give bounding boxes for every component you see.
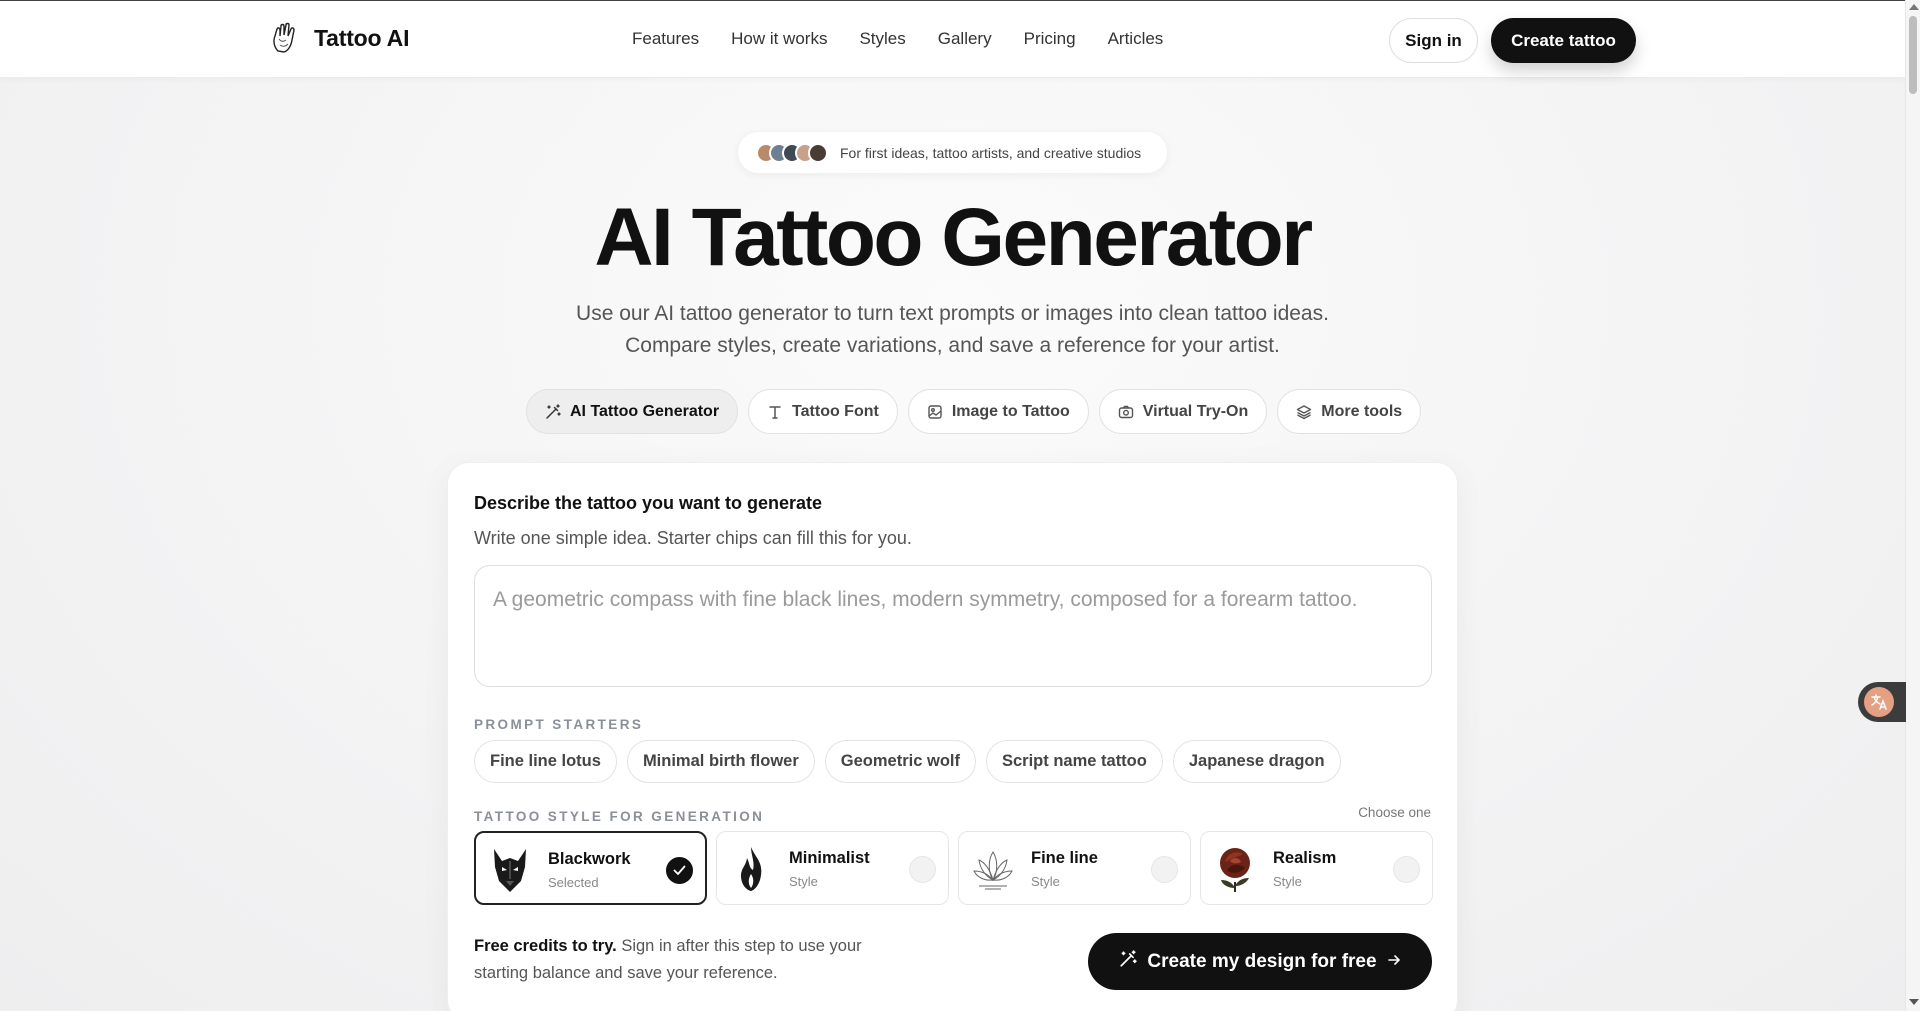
style-radio[interactable] xyxy=(1151,856,1178,883)
starter-chip[interactable]: Minimal birth flower xyxy=(626,740,815,783)
nav-styles[interactable]: Styles xyxy=(859,29,905,49)
logo-text: Tattoo AI xyxy=(314,24,410,51)
style-option-realism[interactable]: Realism Style xyxy=(1200,831,1433,905)
check-icon[interactable] xyxy=(666,857,693,884)
style-status: Selected xyxy=(548,875,599,890)
top-header: Tattoo AI Features How it works Styles G… xyxy=(0,0,1905,78)
generator-card: Describe the tattoo you want to generate… xyxy=(447,462,1458,1011)
starter-chip[interactable]: Script name tattoo xyxy=(985,740,1163,783)
choose-one-hint: Choose one xyxy=(1358,805,1431,820)
page-scrollbar[interactable] xyxy=(1905,0,1920,1011)
nav-articles[interactable]: Articles xyxy=(1108,29,1164,49)
wand-icon xyxy=(545,403,561,420)
lotus-icon xyxy=(971,844,1015,894)
free-credits-bold: Free credits to try. xyxy=(474,937,617,955)
style-status: Style xyxy=(1031,874,1060,889)
scrollbar-thumb[interactable] xyxy=(1909,16,1917,94)
style-name: Fine line xyxy=(1031,849,1098,867)
audience-pill: For first ideas, tattoo artists, and cre… xyxy=(738,132,1167,173)
style-section-label: TATTOO STYLE FOR GENERATION xyxy=(474,809,765,824)
prompt-input[interactable] xyxy=(474,565,1432,687)
scroll-down-arrow-icon[interactable] xyxy=(1909,999,1919,1005)
starters-label: PROMPT STARTERS xyxy=(474,717,644,732)
tab-tattoo-font[interactable]: Tattoo Font xyxy=(748,389,898,434)
layers-icon xyxy=(1296,404,1312,420)
avatar-group xyxy=(756,142,828,163)
prompt-starters: Fine line lotus Minimal birth flower Geo… xyxy=(474,740,1341,783)
tab-virtual-try-on[interactable]: Virtual Try-On xyxy=(1098,389,1268,434)
style-option-minimalist[interactable]: Minimalist Style xyxy=(716,831,949,905)
form-subtitle: Write one simple idea. Starter chips can… xyxy=(474,528,912,548)
audience-text: For first ideas, tattoo artists, and cre… xyxy=(840,144,1142,161)
arrow-right-icon xyxy=(1387,951,1401,973)
avatar xyxy=(808,142,828,163)
image-icon xyxy=(927,404,943,420)
logo[interactable]: Tattoo AI xyxy=(268,21,409,55)
camera-icon xyxy=(1118,404,1134,420)
style-name: Realism xyxy=(1273,849,1337,867)
tab-label: Tattoo Font xyxy=(792,402,879,420)
type-icon xyxy=(767,404,783,420)
tab-more-tools[interactable]: More tools xyxy=(1277,389,1422,434)
translate-widget[interactable] xyxy=(1858,682,1906,722)
hand-logo-icon xyxy=(268,21,300,55)
tab-image-to-tattoo[interactable]: Image to Tattoo xyxy=(907,389,1089,434)
style-status: Style xyxy=(789,874,818,889)
rose-icon xyxy=(1213,844,1257,894)
main-nav: Features How it works Styles Gallery Pri… xyxy=(632,29,1195,49)
nav-features[interactable]: Features xyxy=(632,29,699,49)
subtitle-line: Compare styles, create variations, and s… xyxy=(625,334,1280,357)
tool-tabs: AI Tattoo Generator Tattoo Font Image to… xyxy=(526,389,1422,434)
starter-chip[interactable]: Japanese dragon xyxy=(1172,740,1341,783)
subtitle-line: Use our AI tattoo generator to turn text… xyxy=(576,302,1329,325)
create-tattoo-button[interactable]: Create tattoo xyxy=(1491,18,1636,63)
translate-icon[interactable] xyxy=(1864,687,1894,717)
create-design-button[interactable]: Create my design for free xyxy=(1088,933,1432,990)
style-options: Blackwork Selected Minimalist Style Fine… xyxy=(474,831,1433,905)
tab-ai-tattoo-generator[interactable]: AI Tattoo Generator xyxy=(526,389,739,434)
form-title: Describe the tattoo you want to generate xyxy=(474,493,823,513)
page-subtitle: Use our AI tattoo generator to turn text… xyxy=(0,298,1905,362)
style-radio[interactable] xyxy=(909,856,936,883)
tab-label: More tools xyxy=(1321,402,1403,420)
tab-label: Virtual Try-On xyxy=(1142,402,1249,420)
page-title: AI Tattoo Generator xyxy=(594,192,1313,283)
starter-chip[interactable]: Geometric wolf xyxy=(824,740,976,783)
nav-gallery[interactable]: Gallery xyxy=(938,29,992,49)
flame-icon xyxy=(729,844,773,894)
create-design-label: Create my design for free xyxy=(1147,950,1377,972)
starter-chip[interactable]: Fine line lotus xyxy=(474,740,617,783)
wolf-icon xyxy=(488,845,532,895)
sign-in-button[interactable]: Sign in xyxy=(1389,18,1478,63)
style-option-fine-line[interactable]: Fine line Style xyxy=(958,831,1191,905)
scroll-up-arrow-icon[interactable] xyxy=(1909,4,1919,10)
wand-icon xyxy=(1119,949,1138,974)
tab-label: AI Tattoo Generator xyxy=(570,402,720,420)
free-credits-note: Free credits to try. Sign in after this … xyxy=(474,933,894,987)
style-radio[interactable] xyxy=(1393,856,1420,883)
nav-pricing[interactable]: Pricing xyxy=(1024,29,1076,49)
style-status: Style xyxy=(1273,874,1302,889)
style-name: Minimalist xyxy=(789,849,870,867)
style-name: Blackwork xyxy=(548,850,631,868)
nav-how-it-works[interactable]: How it works xyxy=(731,29,827,49)
tab-label: Image to Tattoo xyxy=(951,402,1070,420)
style-option-blackwork[interactable]: Blackwork Selected xyxy=(474,831,707,905)
